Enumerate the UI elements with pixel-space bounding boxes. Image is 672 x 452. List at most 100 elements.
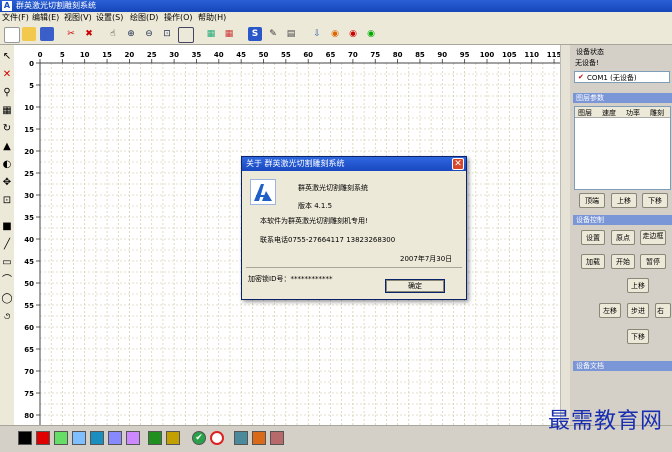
move-up-button[interactable]: 上移 (627, 278, 649, 293)
move-right-button[interactable]: 右移 (655, 303, 671, 318)
load-button[interactable]: 加载 (581, 254, 605, 269)
layer-up-button[interactable]: 上移 (611, 193, 637, 208)
pause-button[interactable]: 暂停 (640, 254, 666, 269)
cancel-icon[interactable]: ✕ (1, 69, 13, 81)
scissors-icon[interactable]: ✂ (64, 27, 78, 41)
record-icon[interactable]: ◉ (346, 27, 360, 41)
x-tick-label: 90 (437, 51, 447, 59)
y-tick-label: 50 (24, 280, 34, 288)
color-swatch[interactable] (54, 431, 68, 445)
color-swatch[interactable] (126, 431, 140, 445)
color-swatch[interactable] (166, 431, 180, 445)
layer-top-button[interactable]: 顶端 (579, 193, 605, 208)
menu-view[interactable]: 视图(V) (64, 12, 92, 24)
layer-icon[interactable]: ▦ (204, 27, 218, 41)
color-swatch[interactable] (72, 431, 86, 445)
zoom-fit-icon[interactable]: ⊡ (160, 27, 174, 41)
color-swatch[interactable] (108, 431, 122, 445)
origin-button[interactable]: 原点 (611, 230, 635, 245)
x-tick-label: 110 (524, 51, 539, 59)
menu-settings[interactable]: 设置(S) (96, 12, 123, 24)
open-folder-icon[interactable] (22, 27, 36, 41)
zoom-out-icon[interactable]: ⊖ (142, 27, 156, 41)
color-swatch[interactable] (252, 431, 266, 445)
no-color-icon[interactable] (210, 431, 224, 445)
frame-icon[interactable]: ⊡ (1, 195, 13, 207)
save-icon[interactable] (40, 27, 54, 41)
x-tick-label: 15 (102, 51, 112, 59)
y-tick-label: 25 (24, 170, 34, 178)
watermark: 最需教育网 (548, 409, 664, 434)
grid-icon[interactable]: ▦ (1, 105, 13, 117)
zoom-page-icon[interactable] (178, 27, 194, 43)
line-icon[interactable]: ╱ (1, 239, 13, 251)
layer-table[interactable]: 图层 速度 功率 雕刻 (574, 106, 671, 190)
close-icon[interactable]: ✕ (452, 158, 464, 170)
triangle-icon[interactable]: ▲ (1, 141, 13, 153)
start-button[interactable]: 开始 (611, 254, 635, 269)
color-swatch[interactable] (90, 431, 104, 445)
menu-edit[interactable]: 编辑(E) (32, 12, 59, 24)
curve-icon[interactable]: ⌒ (1, 275, 13, 287)
apply-color-icon[interactable]: ✔ (192, 431, 206, 445)
color-swatch[interactable] (148, 431, 162, 445)
layer-params-title: 图层参数 (573, 93, 672, 103)
x-tick-label: 80 (393, 51, 403, 59)
ok-button[interactable]: 确定 (385, 279, 445, 293)
layer-col-speed: 速度 (602, 109, 616, 117)
run-icon[interactable]: ◉ (364, 27, 378, 41)
x-tick-label: 30 (169, 51, 179, 59)
image-icon[interactable]: ▤ (284, 27, 298, 41)
delete-icon[interactable]: ✖ (82, 27, 96, 41)
move-down-button[interactable]: 下移 (627, 329, 649, 344)
y-tick-label: 80 (24, 412, 34, 420)
y-tick-label: 10 (24, 104, 34, 112)
mirror-icon[interactable]: ◐ (1, 159, 13, 171)
frame-button[interactable]: 走边框 (640, 230, 666, 245)
x-tick-label: 45 (236, 51, 246, 59)
port-icon: ✔ (578, 73, 584, 81)
rotate-icon[interactable]: ↻ (1, 123, 13, 135)
x-tick-label: 65 (326, 51, 336, 59)
dialog-product-name: 群英激光切割雕刻系统 (298, 184, 368, 192)
y-tick-label: 0 (29, 60, 34, 68)
ellipse-icon[interactable]: ◯ (1, 293, 13, 305)
layer-down-button[interactable]: 下移 (642, 193, 668, 208)
s-icon[interactable]: S (248, 27, 262, 41)
spiral-icon[interactable]: ૭ (1, 311, 13, 323)
layer-edit-icon[interactable]: ▦ (222, 27, 236, 41)
new-file-icon[interactable] (4, 27, 20, 43)
vertical-scrollbar[interactable] (560, 45, 570, 425)
port-select[interactable]: ✔ COM1 (无设备) (574, 71, 670, 83)
rectangle-icon[interactable]: ▭ (1, 257, 13, 269)
settings-icon[interactable]: ◉ (328, 27, 342, 41)
node-edit-icon[interactable]: ⚲ (1, 87, 13, 99)
layer-col-power: 功率 (626, 109, 640, 117)
app-icon: A (2, 1, 12, 11)
color-swatch[interactable] (18, 431, 32, 445)
zoom-in-icon[interactable]: ⊕ (124, 27, 138, 41)
color-swatch[interactable] (36, 431, 50, 445)
menu-help[interactable]: 帮助(H) (198, 12, 226, 24)
menu-operate[interactable]: 操作(O) (164, 12, 193, 24)
color-swatch[interactable] (270, 431, 284, 445)
x-tick-label: 35 (192, 51, 202, 59)
step-button[interactable]: 步进 (627, 303, 649, 318)
menu-draw[interactable]: 绘图(D) (130, 12, 158, 24)
layer-col-engrave: 雕刻 (650, 109, 664, 117)
select-icon[interactable]: ↖ (1, 51, 13, 63)
y-tick-label: 55 (24, 302, 34, 310)
x-tick-label: 55 (281, 51, 291, 59)
export-icon[interactable]: ⇩ (310, 27, 324, 41)
text-icon[interactable]: ✎ (266, 27, 280, 41)
dialog-title-bar: 关于 群英激光切割雕刻系统 ✕ (242, 157, 466, 171)
move-icon[interactable]: ✥ (1, 177, 13, 189)
y-tick-label: 30 (24, 192, 34, 200)
menu-file[interactable]: 文件(F) (2, 12, 29, 24)
fill-icon[interactable]: ■ (1, 221, 13, 233)
setup-button[interactable]: 设置 (581, 230, 605, 245)
hand-icon[interactable]: ☝ (106, 27, 120, 41)
color-swatch[interactable] (234, 431, 248, 445)
move-left-button[interactable]: 左移 (599, 303, 621, 318)
x-tick-label: 70 (348, 51, 358, 59)
